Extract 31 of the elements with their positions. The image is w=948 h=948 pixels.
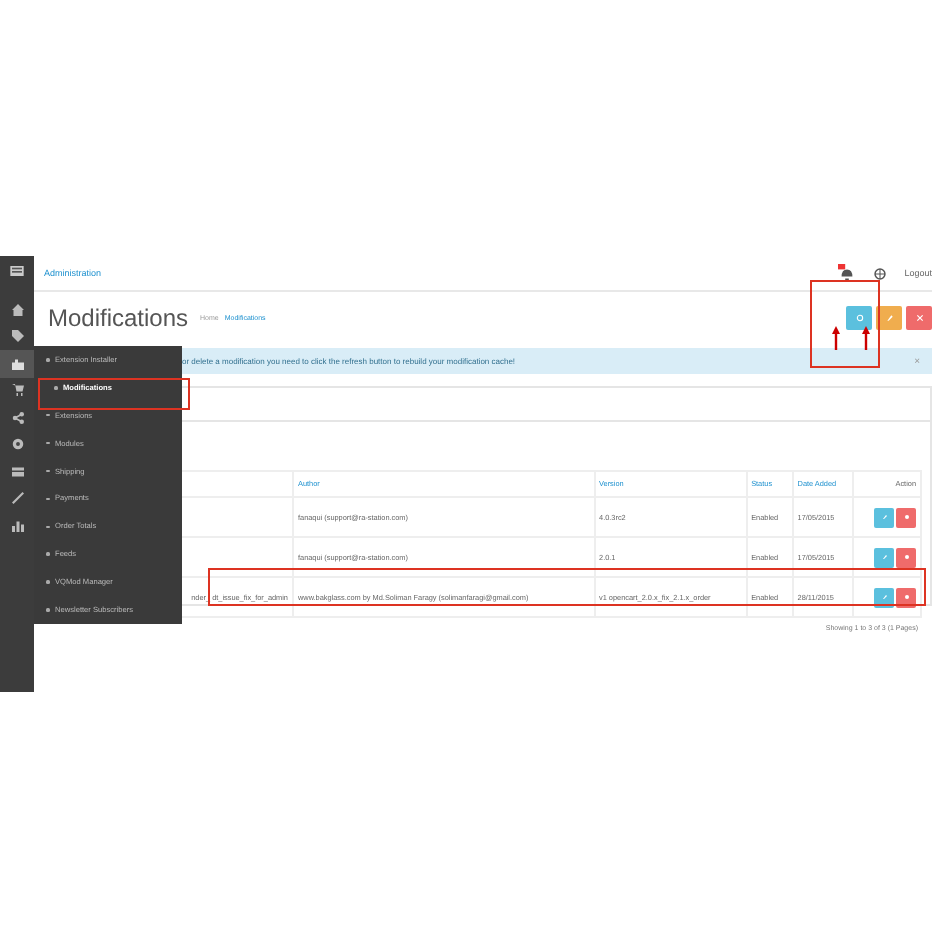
circle-icon — [903, 514, 909, 520]
delete-button[interactable] — [896, 507, 916, 527]
share-icon — [11, 411, 23, 424]
wrench-icon — [11, 492, 23, 505]
refresh-icon — [855, 314, 863, 322]
circle-icon — [903, 554, 909, 560]
sidebar-item[interactable] — [0, 350, 34, 377]
arrow — [862, 326, 870, 350]
gear-icon — [11, 438, 23, 451]
circle-icon — [903, 594, 909, 600]
card-icon — [11, 465, 23, 478]
clear-button[interactable] — [876, 306, 902, 330]
globe-icon[interactable] — [874, 267, 887, 279]
delete-button[interactable] — [896, 587, 916, 607]
edit-button[interactable] — [874, 587, 894, 607]
puzzle-icon — [11, 357, 23, 370]
pencil-icon — [881, 514, 887, 520]
pencil-icon — [881, 594, 887, 600]
home-icon — [11, 303, 23, 316]
pencil-icon — [881, 554, 887, 560]
cart-icon — [11, 384, 23, 397]
bell-icon[interactable] — [838, 264, 857, 282]
close-icon — [915, 314, 923, 322]
page-title: Modifications — [48, 304, 189, 332]
highlight-box — [810, 280, 880, 368]
arrow — [832, 326, 840, 350]
pencil-icon — [885, 314, 893, 322]
tag-icon — [11, 330, 23, 343]
menu-icon[interactable] — [10, 266, 24, 276]
delete-button[interactable] — [896, 547, 916, 567]
chart-icon — [11, 519, 23, 532]
